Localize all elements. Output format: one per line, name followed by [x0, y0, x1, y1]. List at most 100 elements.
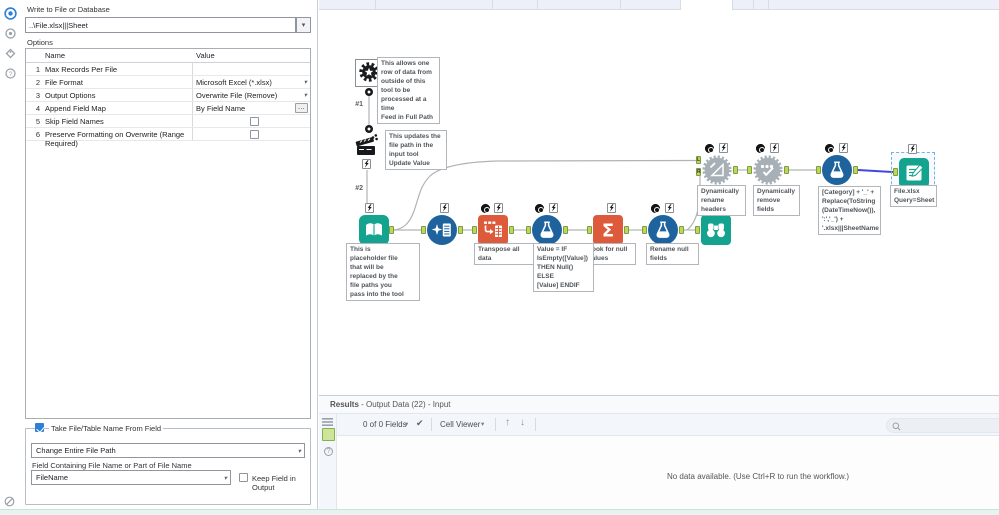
summarize-icon: Σ — [593, 215, 623, 245]
output-options-select[interactable]: Overwrite File (Remove) — [192, 89, 310, 101]
input-data-output-anchor[interactable] — [389, 226, 394, 234]
formula2-input-anchor[interactable] — [642, 226, 647, 234]
row-number: 6 — [35, 130, 40, 139]
help-tab-icon[interactable]: ? — [5, 68, 16, 79]
table-row[interactable]: 6 Preserve Formatting on Overwrite (Rang… — [26, 128, 310, 148]
field-info-tool[interactable] — [701, 215, 731, 250]
keep-field-in-output-label: Keep Field in Output — [252, 474, 296, 492]
formula3-input-anchor[interactable] — [816, 166, 821, 174]
preserve-formatting-checkbox[interactable] — [250, 129, 259, 139]
configuration-panel: ? Write to File or Database Options Name… — [0, 0, 318, 509]
field-containing-label: Field Containing File Name or Part of Fi… — [32, 461, 192, 470]
dynamic-input-tool[interactable] — [427, 215, 457, 250]
caption-transpose[interactable]: Transpose all data — [474, 243, 538, 265]
formula-flask-icon — [648, 215, 678, 245]
transpose-output-anchor[interactable] — [509, 226, 514, 234]
configuration-tab-icon[interactable] — [4, 7, 17, 20]
dynamic-input-input-anchor[interactable] — [421, 226, 426, 234]
option-name: Append Field Map — [45, 104, 106, 113]
fields-count-dropdown[interactable]: 0 of 0 Fields — [363, 420, 407, 429]
option-name: Max Records Per File — [45, 65, 118, 74]
dynamic-select-input-anchor[interactable] — [747, 166, 752, 174]
table-row[interactable]: 4 Append Field Map By Field Name — [26, 102, 310, 115]
file-path-input[interactable] — [25, 17, 296, 33]
grid-view-icon[interactable] — [322, 418, 333, 426]
active-workflow-tab[interactable] — [680, 0, 733, 10]
change-file-path-select[interactable]: Change Entire File Path — [31, 443, 305, 458]
option-name: File Format — [45, 78, 83, 87]
empty-results-message: No data available. (Use Ctrl+R to run th… — [666, 472, 850, 481]
connection-label-1: #1 — [355, 101, 363, 108]
caption-formula3[interactable]: [Category] + '_' + Replace(ToString (Dat… — [818, 186, 881, 235]
navigation-tab-icon[interactable] — [5, 28, 16, 39]
apply-check-icon[interactable] — [416, 418, 424, 429]
transpose-input-anchor[interactable] — [472, 226, 477, 234]
option-value-cell[interactable] — [192, 63, 310, 75]
search-icon — [892, 422, 901, 431]
comment-action[interactable]: This updates the file path in the input … — [385, 130, 447, 170]
annotation-tag-icon[interactable] — [5, 48, 16, 59]
workflow-tab-strip[interactable] — [319, 0, 999, 10]
caption-dynamic-rename[interactable]: Dynamically rename headers — [697, 185, 746, 216]
formula2-output-anchor[interactable] — [679, 226, 684, 234]
file-format-select[interactable]: Microsoft Excel (*.xlsx) — [192, 76, 310, 88]
output-anchor-selector[interactable] — [322, 428, 335, 441]
table-row[interactable]: 2 File Format Microsoft Excel (*.xlsx) — [26, 76, 310, 89]
cell-viewer-dropdown[interactable]: Cell Viewer — [440, 420, 480, 429]
arrow-up-icon[interactable] — [505, 417, 510, 428]
table-header-row: Name Value — [26, 49, 310, 63]
table-row[interactable]: 5 Skip Field Names — [26, 115, 310, 128]
svg-text:Σ: Σ — [602, 221, 614, 242]
chevron-down-icon[interactable] — [405, 420, 408, 428]
dynamic-rename-right-input-anchor[interactable]: R — [696, 168, 701, 176]
dynamic-select-output-anchor[interactable] — [784, 166, 789, 174]
transpose-cache-badge — [481, 204, 490, 213]
dynamic-rename-output-anchor[interactable] — [733, 166, 738, 174]
selected-mode: Change Entire File Path — [36, 446, 116, 455]
dynamic-select-lightning-badge — [770, 143, 779, 153]
arrow-down-icon[interactable] — [520, 417, 525, 428]
option-name: Skip Field Names — [45, 117, 104, 126]
results-search-input[interactable] — [886, 418, 999, 433]
caption-dynamic-select[interactable]: Dynamically remove fields — [753, 185, 800, 216]
table-row[interactable]: 3 Output Options Overwrite File (Remove) — [26, 89, 310, 102]
comment-macro-input[interactable]: This allows one row of data from outside… — [377, 57, 440, 124]
column-header-name: Name — [45, 51, 66, 60]
formula1-output-anchor[interactable] — [563, 226, 568, 234]
dynamic-rename-left-input-anchor[interactable]: L — [696, 156, 701, 164]
output-data-input-anchor[interactable] — [893, 168, 898, 176]
keep-field-in-output-checkbox[interactable] — [239, 473, 248, 482]
skip-field-names-checkbox[interactable] — [250, 116, 259, 126]
chevron-down-icon — [304, 78, 307, 86]
panel-title: Write to File or Database — [27, 5, 110, 14]
caption-formula2[interactable]: Rename null fields — [646, 243, 699, 265]
help-icon[interactable] — [324, 447, 333, 456]
file-path-dropdown-button[interactable] — [296, 17, 311, 33]
summarize-output-anchor[interactable] — [624, 226, 629, 234]
field-name-select[interactable]: FileName — [31, 470, 231, 485]
chevron-down-icon[interactable] — [481, 420, 484, 428]
table-row[interactable]: 1 Max Records Per File — [26, 63, 310, 76]
caption-formula1[interactable]: Value = IF IsEmpty([Value]) THEN Null() … — [533, 243, 594, 292]
comment-input-data[interactable]: This is placeholder file that will be re… — [346, 243, 420, 301]
option-name: Preserve Formatting on Overwrite (Range … — [45, 130, 185, 148]
append-field-map-cell[interactable]: By Field Name — [192, 102, 310, 114]
ellipsis-button[interactable] — [295, 103, 308, 113]
chevron-down-icon — [298, 447, 301, 455]
macro-output-anchor[interactable] — [365, 88, 373, 96]
formula3-lightning-badge — [839, 143, 848, 153]
action-input-anchor[interactable] — [365, 125, 373, 133]
take-name-from-field-checkbox[interactable] — [35, 423, 44, 432]
formula3-output-anchor[interactable] — [853, 166, 858, 174]
formula3-cache-badge — [825, 144, 834, 153]
caption-output[interactable]: File.xlsx Query=Sheet — [890, 185, 937, 207]
results-side-strip — [319, 414, 337, 509]
results-title: Results — [330, 400, 359, 409]
output-data-icon — [899, 158, 929, 188]
input-data-book-icon — [359, 215, 389, 245]
formula-tool-3[interactable] — [822, 155, 852, 190]
field-info-input-anchor[interactable] — [695, 226, 700, 234]
summarize-input-anchor[interactable] — [587, 226, 592, 234]
formula1-input-anchor[interactable] — [526, 226, 531, 234]
dynamic-input-output-anchor[interactable] — [458, 226, 463, 234]
